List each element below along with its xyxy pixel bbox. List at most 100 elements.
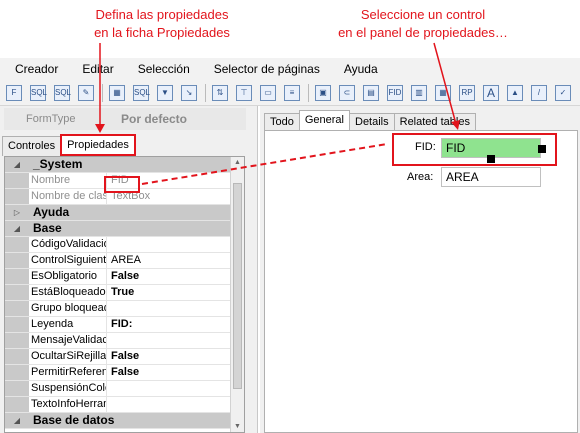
property-value[interactable]	[107, 381, 244, 396]
category-label: Base	[33, 221, 62, 235]
export-icon[interactable]: ↘	[179, 83, 199, 103]
property-name: Leyenda	[29, 317, 107, 332]
table-icon[interactable]: ▦	[107, 83, 127, 103]
category-ayuda[interactable]: ▷ Ayuda	[5, 205, 244, 221]
filter-icon[interactable]: ▼	[155, 83, 175, 103]
select-sql-icon[interactable]: SQL	[52, 83, 72, 103]
property-grid-scrollbar[interactable]: ▲ ▼	[230, 157, 244, 432]
scrollbar-thumb[interactable]	[233, 183, 242, 389]
callout-line: en el panel de propiedades…	[338, 25, 508, 40]
toolbar: F SQL SQL ✎ ▦ SQL ▼ ↘ ⇅ ⊤ ▭ ≡ ▣ ⊂ ▤ FID …	[0, 80, 580, 106]
collapse-icon[interactable]: ◢	[5, 413, 29, 428]
collapse-icon[interactable]: ◢	[5, 221, 29, 236]
checkbox-icon[interactable]: ✓	[553, 83, 573, 103]
property-name: Nombre	[29, 173, 107, 188]
menu-selector-paginas[interactable]: Selector de páginas	[199, 62, 329, 76]
property-name: MensajeValidación	[31, 333, 107, 348]
property-row[interactable]: EstáBloqueado True	[5, 285, 244, 301]
formtype-value[interactable]: Por defecto	[99, 112, 187, 126]
image-field-icon[interactable]: ▤	[361, 83, 381, 103]
tab-details[interactable]: Details	[349, 113, 395, 130]
right-panel: Todo General Details Related tables FID:…	[260, 106, 580, 433]
fid-icon[interactable]: FID	[385, 83, 405, 103]
property-row[interactable]: PermitirReferenciaFalse	[5, 365, 244, 381]
expand-icon[interactable]: ▷	[5, 205, 29, 220]
formtype-row: FormType Por defecto	[4, 108, 246, 130]
property-name: Nombre de clase	[31, 189, 107, 204]
layout-icon[interactable]: ⊤	[234, 83, 254, 103]
property-row[interactable]: CódigoValidación	[5, 237, 244, 253]
property-value[interactable]: FID:	[107, 317, 244, 332]
table-field-icon[interactable]: ▥	[409, 83, 429, 103]
property-row[interactable]: OcultarSiRejilla False	[5, 349, 244, 365]
line-icon[interactable]: /	[529, 83, 549, 103]
left-tabs: Controles Propiedades	[2, 134, 136, 156]
property-name: Grupo bloqueado	[29, 301, 107, 316]
property-name: SuspensiónColor	[31, 381, 107, 396]
page-icon[interactable]: ▭	[258, 83, 278, 103]
property-name: OcultarSiRejilla	[31, 349, 107, 364]
menu-seleccion[interactable]: Selección	[123, 62, 199, 76]
property-value[interactable]: True	[107, 285, 244, 300]
property-name: EsObligatorio	[29, 269, 107, 284]
category-base[interactable]: ◢ Base	[5, 221, 244, 237]
report-icon[interactable]: ▦	[433, 83, 453, 103]
db-sql-icon[interactable]: SQL	[28, 83, 48, 103]
property-row[interactable]: MensajeValidación	[5, 333, 244, 349]
property-value[interactable]: False	[107, 365, 244, 380]
property-grid: ◢ _System Nombre FID Nombre de clase Tex…	[4, 156, 245, 433]
category-system[interactable]: ◢ _System	[5, 157, 244, 173]
text-icon[interactable]: A	[481, 83, 501, 103]
tab-propiedades[interactable]: Propiedades	[60, 134, 136, 156]
property-row[interactable]: EsObligatorio False	[5, 269, 244, 285]
right-tabs: Todo General Details Related tables	[264, 110, 476, 130]
property-row[interactable]: TextoInfoHerramienta	[5, 397, 244, 413]
category-base-de-datos[interactable]: ◢ Base de datos	[5, 413, 244, 429]
property-value[interactable]	[107, 301, 244, 316]
property-row[interactable]: ControlSiguiente AREA	[5, 253, 244, 269]
property-value[interactable]	[107, 237, 244, 252]
scroll-up-icon[interactable]: ▲	[234, 159, 241, 166]
document-icon[interactable]: ≡	[282, 83, 302, 103]
category-label: Base de datos	[33, 413, 115, 427]
property-row[interactable]: SuspensiónColor	[5, 381, 244, 397]
menu-ayuda[interactable]: Ayuda	[329, 62, 387, 76]
collapse-icon[interactable]: ◢	[5, 157, 29, 172]
tab-related-tables[interactable]: Related tables	[393, 113, 476, 130]
category-label: _System	[33, 157, 83, 171]
image-icon[interactable]: ▲	[505, 83, 525, 103]
property-row[interactable]: Leyenda FID:	[5, 317, 244, 333]
form-sql-icon[interactable]: F	[4, 83, 24, 103]
form-canvas: FID: FID Area: AREA	[264, 130, 578, 433]
property-value[interactable]	[107, 397, 244, 412]
left-panel: FormType Por defecto Controles Propiedad…	[0, 106, 258, 433]
clip-icon[interactable]: ⊂	[337, 83, 357, 103]
property-row[interactable]: Grupo bloqueado	[5, 301, 244, 317]
area-textbox[interactable]: AREA	[441, 167, 541, 187]
category-label: Ayuda	[33, 205, 70, 219]
property-value[interactable]: False	[107, 269, 244, 284]
callout-line: Seleccione un control	[360, 7, 486, 22]
tab-todo[interactable]: Todo	[264, 113, 300, 130]
property-value[interactable]: False	[107, 349, 244, 364]
tab-general[interactable]: General	[298, 110, 350, 130]
property-name: CódigoValidación	[29, 237, 107, 252]
callout-select-control: Seleccione un control en el panel de pro…	[328, 6, 518, 42]
callout-properties-tab: Defina las propiedades en la ficha Propi…	[76, 6, 248, 42]
edit-script-icon[interactable]: ✎	[76, 83, 96, 103]
callout-line: en la ficha Propiedades	[94, 25, 230, 40]
toolbar-separator	[102, 83, 103, 102]
property-value[interactable]	[107, 333, 244, 348]
property-value[interactable]: AREA	[107, 253, 244, 268]
tab-order-icon[interactable]: ⇅	[210, 83, 230, 103]
chart-icon[interactable]: RP	[457, 83, 477, 103]
query-icon[interactable]: SQL	[131, 83, 151, 103]
grid-icon[interactable]: ▣	[313, 83, 333, 103]
scroll-down-icon[interactable]: ▼	[234, 423, 241, 430]
menu-creador[interactable]: Creador	[0, 62, 67, 76]
property-name: ControlSiguiente	[31, 253, 107, 268]
nombre-highlight-box	[104, 176, 140, 193]
tab-controles[interactable]: Controles	[2, 136, 62, 156]
toolbar-separator	[205, 83, 206, 102]
menu-editar[interactable]: Editar	[67, 62, 122, 76]
